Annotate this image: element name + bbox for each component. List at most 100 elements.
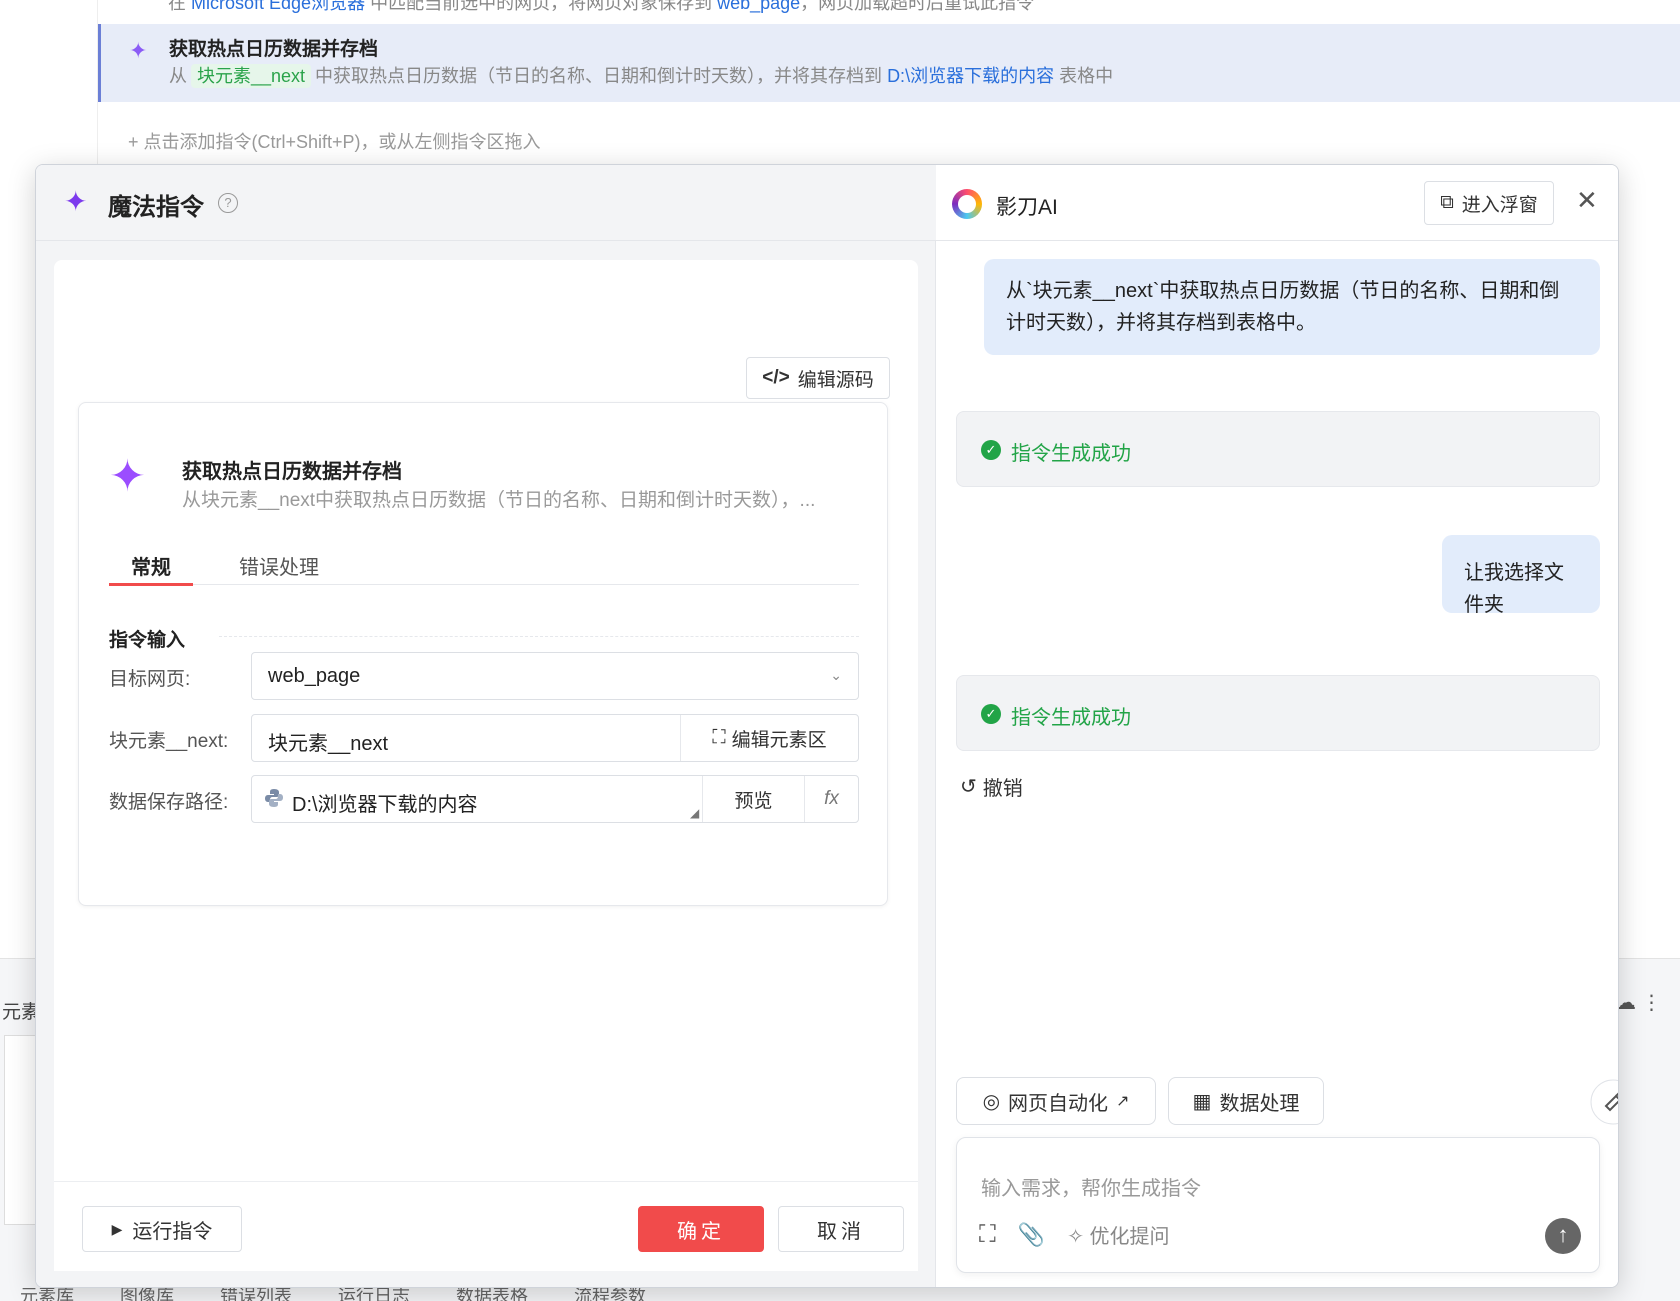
success-text: 指令生成成功	[1011, 707, 1131, 729]
path-link[interactable]: D:\浏览器下载的内容	[887, 66, 1054, 86]
save-path-input[interactable]: D:\浏览器下载的内容 ◢ 预览 fx	[251, 775, 859, 823]
preview-button[interactable]: 预览	[702, 776, 804, 822]
user-message: 让我选择文件夹	[1442, 535, 1600, 616]
edit-source-button[interactable]: </> 编辑源码	[746, 357, 890, 399]
check-circle-icon: ✓	[981, 440, 1001, 460]
field-element: 块元素__next: 块元素__next ⛶ 编辑元素区	[109, 714, 859, 762]
assistant-header: 影刀AI ⧉ 进入浮窗 ✕	[936, 165, 1618, 241]
table-icon: ▦	[1192, 1090, 1212, 1113]
tab-error-list[interactable]: 错误列表	[220, 1286, 292, 1301]
element-input[interactable]: 块元素__next ⛶ 编辑元素区	[251, 714, 859, 762]
sparkle-icon: ✦	[109, 452, 146, 501]
data-processing-chip[interactable]: ▦ 数据处理	[1168, 1077, 1324, 1125]
target-page-select[interactable]: web_page ⌄	[251, 652, 859, 700]
field-save-path: 数据保存路径: D:\浏览器下载的内容 ◢ 预览 fx	[109, 775, 859, 823]
user-message: 从`块元素__next`中获取热点日历数据（节日的名称、日期和倒计时天数），并将…	[984, 259, 1600, 355]
send-icon[interactable]: ↑	[1545, 1218, 1581, 1254]
undo-label: 撤销	[982, 778, 1023, 800]
run-label: 运行指令	[132, 1220, 213, 1243]
row-title: 获取热点日历数据并存档	[169, 39, 379, 60]
optimize-label: 优化提问	[1089, 1226, 1170, 1248]
flow-row-prev[interactable]: 在 Microsoft Edge浏览器 中匹配当前选中的网页，将网页对象保存到 …	[98, 0, 1680, 24]
command-desc: 从块元素__next中获取热点日历数据（节日的名称、日期和倒计时天数），...	[182, 490, 816, 511]
command-card: ✦ 获取热点日历数据并存档 从块元素__next中获取热点日历数据（节日的名称、…	[78, 402, 888, 906]
confirm-button[interactable]: 确定	[638, 1206, 764, 1252]
success-text: 指令生成成功	[1011, 443, 1131, 465]
assistant-pane: 影刀AI ⧉ 进入浮窗 ✕ 从`块元素__next`中获取热点日历数据（节日的名…	[936, 165, 1619, 1287]
input-value: D:\浏览器下载的内容	[292, 794, 478, 816]
undo-button[interactable]: ↺ 撤销	[960, 772, 1023, 801]
section-title: 指令输入	[109, 630, 186, 651]
chat-input-placeholder: 输入需求，帮你生成指令	[981, 1178, 1201, 1200]
input-value: 块元素__next	[268, 733, 389, 755]
screenshot-icon[interactable]: ⛶	[979, 1221, 996, 1249]
select-value: web_page	[268, 665, 361, 687]
web-automation-chip[interactable]: ◎ 网页自动化 ↗	[956, 1077, 1156, 1125]
field-label: 块元素__next:	[109, 731, 229, 752]
dialog-title: 魔法指令	[108, 194, 204, 221]
editor-pane: ✦ 魔法指令 ? </> 编辑源码 ✦ 获取热点日历数据并存档 从块元素__ne…	[36, 165, 936, 1287]
element-chip[interactable]: 块元素__next	[191, 64, 312, 88]
undo-icon: ↺	[960, 776, 977, 798]
help-icon[interactable]: ?	[218, 193, 238, 213]
close-icon[interactable]: ✕	[1576, 185, 1598, 216]
add-command-hint[interactable]: + 点击添加指令(Ctrl+Shift+P)，或从左侧指令区拖入	[128, 128, 541, 154]
window-icon: ⧉	[1440, 192, 1454, 213]
command-tabs: 常规 错误处理	[109, 541, 859, 586]
python-icon	[265, 789, 283, 807]
resize-handle-icon[interactable]: ◢	[690, 806, 699, 820]
assistant-message: ✓ 指令生成成功	[956, 675, 1600, 751]
flow-row-selected[interactable]: ✦ 获取热点日历数据并存档 从块元素__next 中获取热点日历数据（节日的名称、…	[98, 24, 1680, 102]
clear-chat-icon[interactable]	[1590, 1079, 1619, 1125]
tab-error-handling[interactable]: 错误处理	[239, 551, 319, 580]
row-text: 在	[168, 0, 192, 13]
edit-source-label: 编辑源码	[797, 369, 874, 391]
tab-element-lib[interactable]: 元素库	[20, 1286, 74, 1301]
input-tools: ⛶ 📎 ✧ 优化提问	[979, 1220, 1170, 1249]
tab-flow-params[interactable]: 流程参数	[574, 1286, 646, 1301]
chip-label: 数据处理	[1219, 1092, 1300, 1115]
tab-run-log[interactable]: 运行日志	[338, 1286, 410, 1301]
assistant-logo-icon	[952, 189, 982, 219]
float-window-button[interactable]: ⧉ 进入浮窗	[1424, 181, 1554, 225]
row-text: ，网页加载超时后重试此指令	[800, 0, 1035, 13]
dialog-footer: ▶ 运行指令 确定 取消	[54, 1181, 918, 1271]
capture-icon: ⛶	[712, 727, 726, 748]
field-label: 数据保存路径:	[109, 792, 229, 813]
edit-element-button[interactable]: ⛶ 编辑元素区	[680, 715, 858, 761]
run-command-button[interactable]: ▶ 运行指令	[82, 1206, 242, 1252]
chat-input[interactable]: 输入需求，帮你生成指令 ⛶ 📎 ✧ 优化提问 ↑	[956, 1137, 1600, 1273]
row-link[interactable]: Microsoft Edge浏览器	[191, 0, 365, 13]
sparkle-icon: ✦	[129, 38, 148, 63]
row-text: 中匹配当前选中的网页，将网页对象保存到	[365, 0, 718, 13]
code-icon: </>	[762, 367, 790, 388]
field-label: 目标网页:	[109, 669, 191, 690]
assistant-message: ✓ 指令生成成功	[956, 411, 1600, 487]
cancel-button[interactable]: 取消	[778, 1206, 904, 1252]
check-circle-icon: ✓	[981, 704, 1001, 724]
fx-button[interactable]: fx	[804, 776, 858, 822]
dialog-header: ✦ 魔法指令 ?	[36, 165, 936, 241]
sparkle-icon: ✦	[64, 186, 88, 217]
float-label: 进入浮窗	[1461, 194, 1538, 216]
play-icon: ▶	[111, 1220, 123, 1237]
chevron-down-icon: ⌄	[830, 667, 842, 683]
command-title: 获取热点日历数据并存档	[182, 461, 402, 483]
cloud-icon[interactable]: ☁ ⋮	[1616, 990, 1662, 1015]
tab-data-table[interactable]: 数据表格	[456, 1286, 528, 1301]
external-link-icon: ↗	[1116, 1093, 1130, 1110]
editor-body: </> 编辑源码 ✦ 获取热点日历数据并存档 从块元素__next中获取热点日历…	[54, 260, 918, 1270]
edit-element-label: 编辑元素区	[731, 729, 827, 751]
tab-general[interactable]: 常规	[109, 551, 193, 586]
row-desc: 从块元素__next 中获取热点日历数据（节日的名称、日期和倒计时天数），并将其存…	[169, 64, 1114, 88]
magic-command-dialog: ✦ 魔法指令 ? </> 编辑源码 ✦ 获取热点日历数据并存档 从块元素__ne…	[35, 164, 1619, 1288]
chip-label: 网页自动化	[1008, 1092, 1109, 1115]
optimize-prompt-button[interactable]: ✧ 优化提问	[1067, 1220, 1169, 1249]
attachment-icon[interactable]: 📎	[1018, 1222, 1045, 1248]
assistant-title: 影刀AI	[996, 196, 1058, 219]
divider	[219, 636, 859, 637]
field-target-page: 目标网页: web_page ⌄	[109, 652, 859, 700]
chrome-icon: ◎	[982, 1090, 1001, 1113]
tab-image-lib[interactable]: 图像库	[120, 1286, 174, 1301]
row-link[interactable]: web_page	[717, 0, 800, 13]
